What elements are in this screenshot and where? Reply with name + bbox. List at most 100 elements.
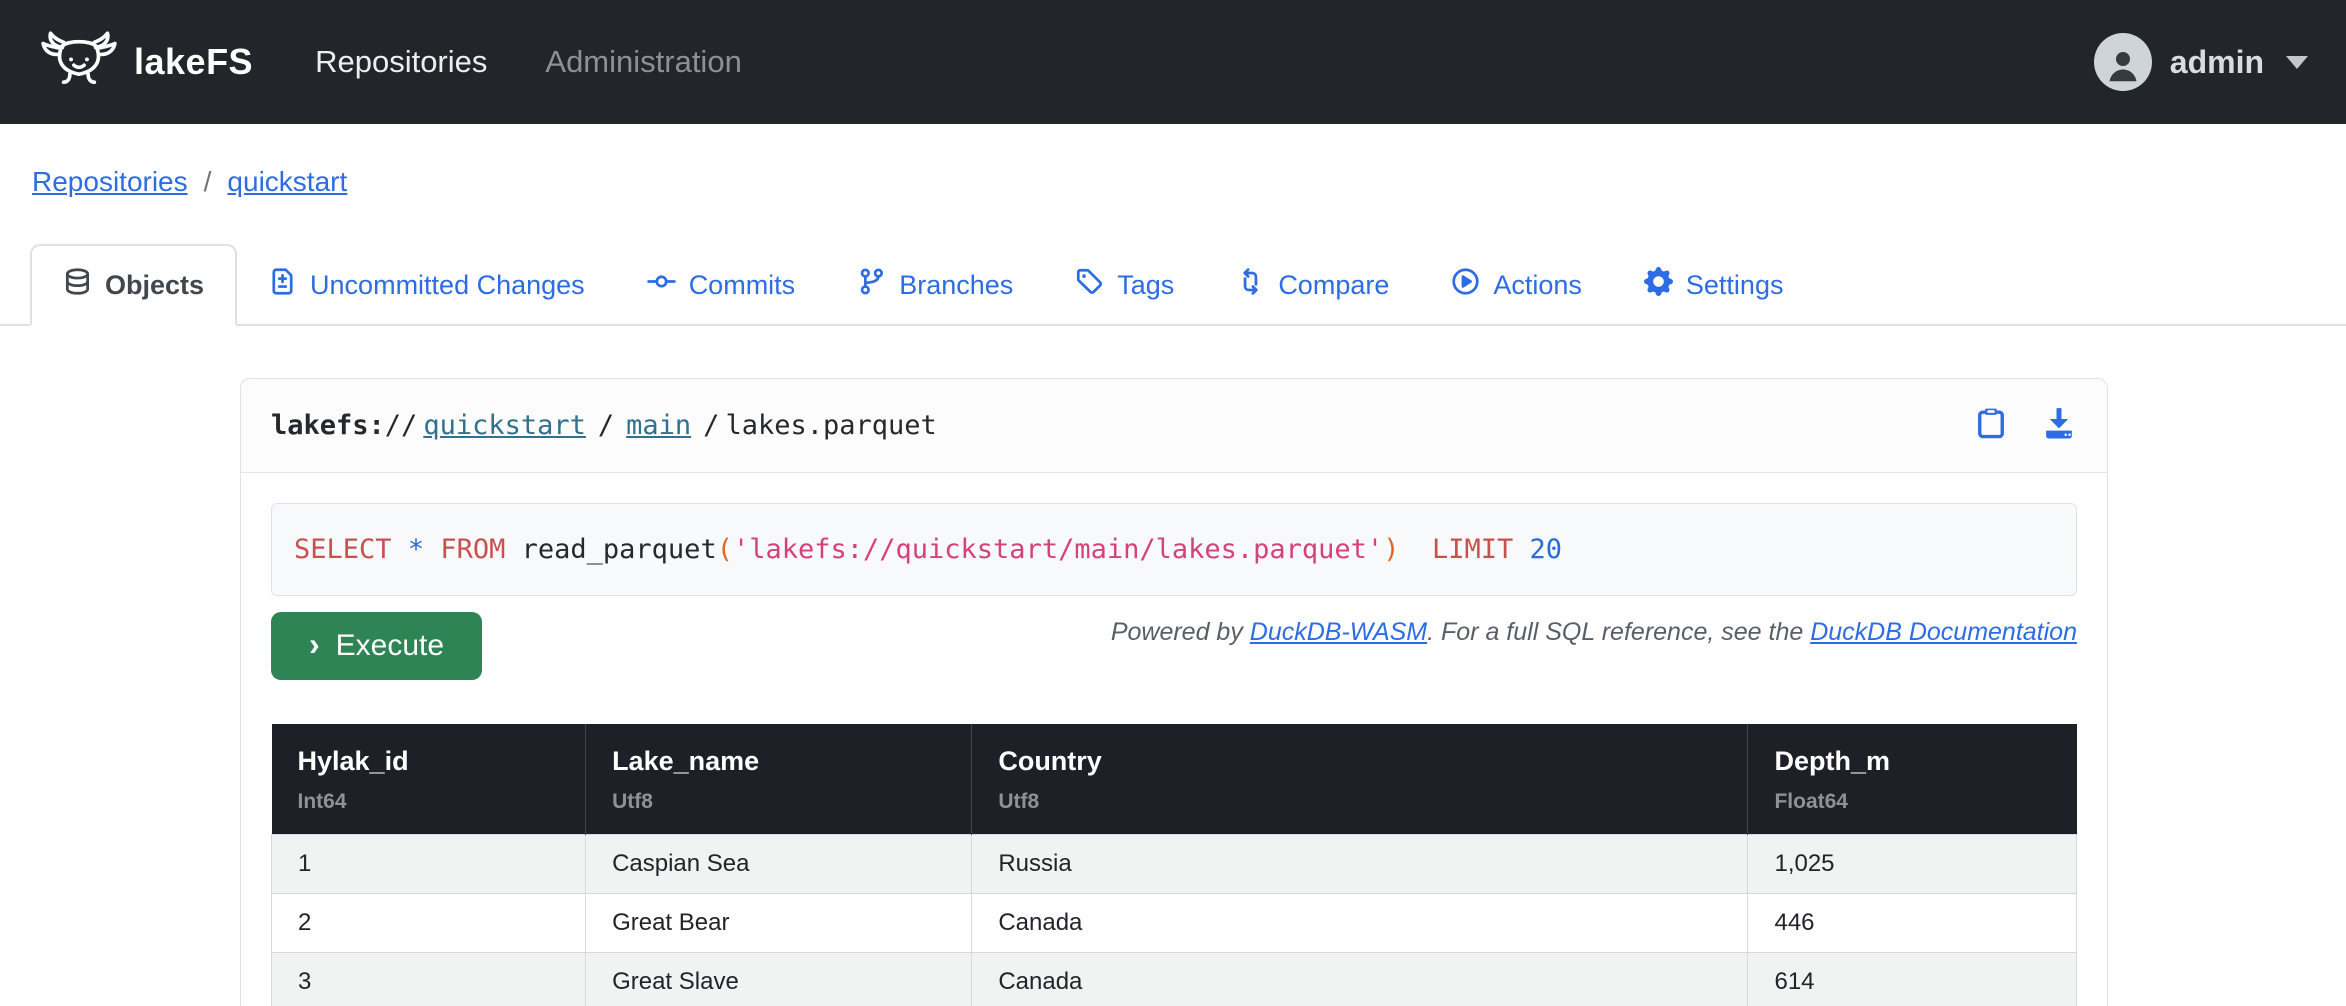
chevron-down-icon — [2286, 56, 2308, 69]
powered-by-middle: . For a full SQL reference, see the — [1427, 618, 1810, 646]
brand-title: lakeFS — [134, 41, 253, 83]
duckdb-wasm-link[interactable]: DuckDB-WASM — [1250, 618, 1427, 646]
execute-button-label: Execute — [336, 629, 444, 663]
database-icon — [63, 267, 92, 303]
download-icon[interactable] — [2041, 405, 2077, 446]
sql-token-paren: ( — [717, 534, 733, 565]
navbar-item-repositories[interactable]: Repositories — [315, 44, 487, 80]
path-branch-link[interactable]: main — [626, 410, 691, 441]
cell-country: Canada — [972, 894, 1748, 953]
results-table-header: Hylak_id Int64 Lake_name Utf8 Country Ut… — [272, 724, 2077, 835]
table-row: 1 Caspian Sea Russia 1,025 — [272, 835, 2077, 894]
column-name: Country — [998, 746, 1721, 777]
cell-depth-m: 614 — [1748, 953, 2077, 1006]
sql-token-keyword: FROM — [440, 534, 505, 565]
top-navbar: lakeFS Repositories Administration admin — [0, 0, 2346, 124]
column-header-depth-m: Depth_m Float64 — [1748, 724, 2077, 835]
avatar — [2094, 33, 2152, 91]
navbar-links: Repositories Administration — [315, 44, 742, 80]
column-type: Float64 — [1774, 790, 2050, 814]
tab-compare[interactable]: Compare — [1205, 246, 1420, 324]
object-viewer-card: lakefs://quickstart/main/lakes.parquet — [240, 378, 2108, 1006]
sql-token-keyword: LIMIT — [1432, 534, 1513, 565]
breadcrumb-repo-link[interactable]: quickstart — [227, 166, 347, 198]
cell-depth-m: 446 — [1748, 894, 2077, 953]
navbar-item-administration[interactable]: Administration — [545, 44, 741, 80]
execute-row: › Execute Powered by DuckDB-WASM. For a … — [271, 612, 2077, 680]
path-repo-link[interactable]: quickstart — [423, 410, 586, 441]
tab-label: Actions — [1493, 270, 1582, 301]
sql-query-input[interactable]: SELECT * FROM read_parquet('lakefs://qui… — [271, 503, 2077, 596]
tab-tags[interactable]: Tags — [1044, 246, 1205, 324]
sql-token-keyword: SELECT — [294, 534, 392, 565]
object-path: lakefs://quickstart/main/lakes.parquet — [271, 410, 937, 441]
cell-depth-m: 1,025 — [1748, 835, 2077, 894]
sql-token-space — [392, 534, 408, 565]
table-row: 2 Great Bear Canada 446 — [272, 894, 2077, 953]
column-header-country: Country Utf8 — [972, 724, 1748, 835]
sql-token-space — [1513, 534, 1529, 565]
compare-icon — [1236, 267, 1265, 303]
sql-token-space — [1399, 534, 1432, 565]
path-separator: / — [598, 410, 614, 441]
query-results-table: Hylak_id Int64 Lake_name Utf8 Country Ut… — [271, 724, 2077, 1006]
cell-country: Russia — [972, 835, 1748, 894]
branch-icon — [857, 267, 886, 303]
breadcrumb-separator: / — [204, 166, 212, 198]
tab-label: Settings — [1686, 270, 1784, 301]
duckdb-docs-link[interactable]: DuckDB Documentation — [1810, 618, 2077, 646]
path-file-name: lakes.parquet — [725, 410, 936, 441]
results-table-body: 1 Caspian Sea Russia 1,025 2 Great Bear … — [272, 835, 2077, 1006]
sql-token-number: 20 — [1530, 534, 1563, 565]
column-header-lake-name: Lake_name Utf8 — [586, 724, 972, 835]
path-scheme-slashes: // — [385, 410, 418, 441]
gear-icon — [1644, 267, 1673, 303]
object-viewer-body: SELECT * FROM read_parquet('lakefs://qui… — [241, 473, 2107, 1006]
object-path-bar: lakefs://quickstart/main/lakes.parquet — [241, 379, 2107, 473]
cell-hylak-id: 3 — [272, 953, 586, 1006]
sql-token-function: read_parquet — [505, 534, 716, 565]
sql-token-star: * — [408, 534, 424, 565]
tab-actions[interactable]: Actions — [1420, 246, 1613, 324]
breadcrumb-repositories-link[interactable]: Repositories — [32, 166, 188, 198]
column-type: Utf8 — [612, 790, 945, 814]
file-diff-icon — [268, 267, 297, 303]
tab-label: Commits — [689, 270, 796, 301]
column-type: Utf8 — [998, 790, 1721, 814]
tab-settings[interactable]: Settings — [1613, 246, 1815, 324]
tab-branches[interactable]: Branches — [826, 246, 1044, 324]
column-type: Int64 — [298, 790, 560, 814]
tab-label: Branches — [899, 270, 1013, 301]
sql-token-paren: ) — [1383, 534, 1399, 565]
repo-tab-bar: Objects Uncommitted Changes Commits — [0, 244, 2346, 326]
powered-by-note: Powered by DuckDB-WASM. For a full SQL r… — [1111, 618, 2077, 647]
tab-uncommitted-changes[interactable]: Uncommitted Changes — [237, 246, 616, 324]
sql-token-string: 'lakefs://quickstart/main/lakes.parquet' — [733, 534, 1383, 565]
tab-commits[interactable]: Commits — [616, 246, 827, 324]
tab-label: Uncommitted Changes — [310, 270, 585, 301]
user-menu[interactable]: admin — [2094, 33, 2308, 91]
brand[interactable]: lakeFS — [38, 29, 253, 96]
lakefs-axolotl-logo-icon — [38, 29, 120, 96]
tag-icon — [1075, 267, 1104, 303]
cell-lake-name: Great Bear — [586, 894, 972, 953]
tab-objects[interactable]: Objects — [30, 244, 237, 326]
sql-token-space — [424, 534, 440, 565]
tab-label: Compare — [1278, 270, 1389, 301]
path-scheme: lakefs: — [271, 410, 385, 441]
breadcrumb: Repositories / quickstart — [32, 166, 2346, 198]
chevron-right-icon: › — [309, 628, 320, 660]
user-name: admin — [2170, 44, 2264, 81]
cell-lake-name: Caspian Sea — [586, 835, 972, 894]
table-row: 3 Great Slave Canada 614 — [272, 953, 2077, 1006]
tab-label: Objects — [105, 270, 204, 301]
column-name: Hylak_id — [298, 746, 560, 777]
column-name: Lake_name — [612, 746, 945, 777]
commit-icon — [647, 267, 676, 303]
cell-lake-name: Great Slave — [586, 953, 972, 1006]
execute-button[interactable]: › Execute — [271, 612, 482, 680]
cell-country: Canada — [972, 953, 1748, 1006]
cell-hylak-id: 2 — [272, 894, 586, 953]
column-header-hylak-id: Hylak_id Int64 — [272, 724, 586, 835]
copy-path-icon[interactable] — [1973, 405, 2009, 446]
